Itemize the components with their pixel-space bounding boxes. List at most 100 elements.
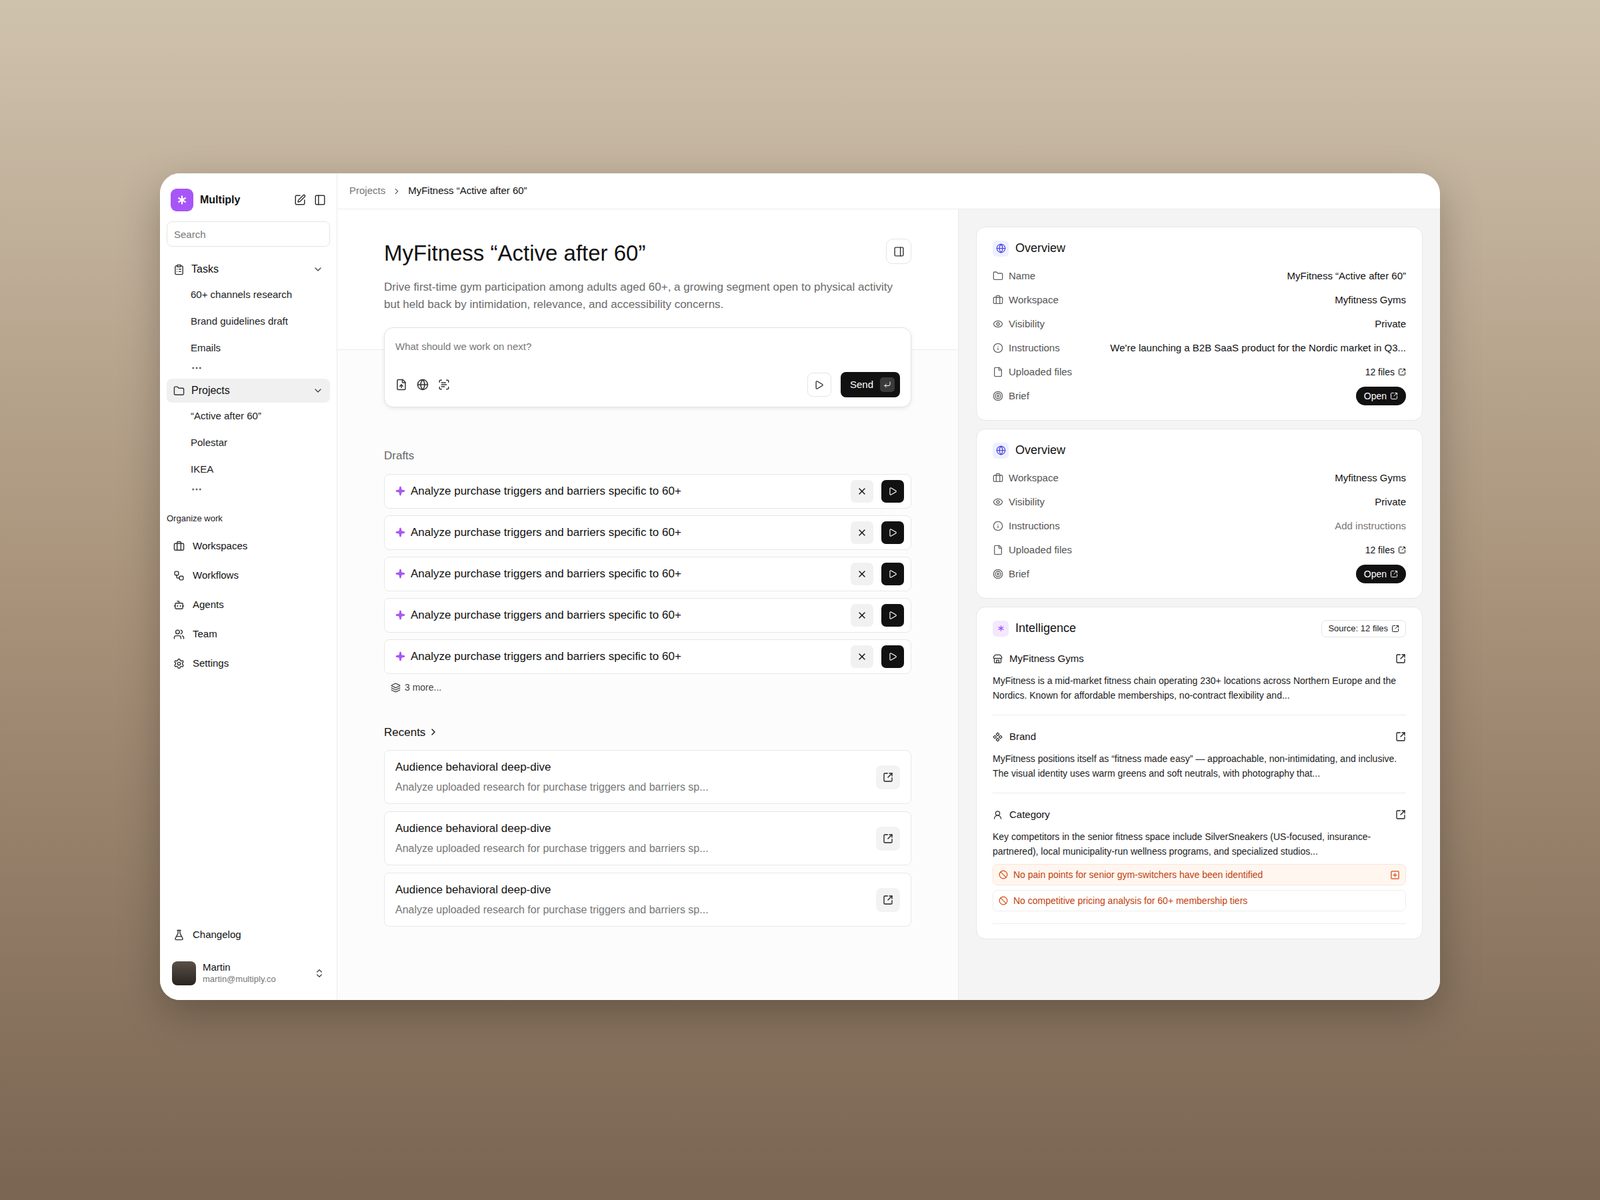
breadcrumb-item[interactable]: MyFitness “Active after 60” xyxy=(408,183,527,199)
warning-item[interactable]: No competitive pricing analysis for 60+ … xyxy=(992,890,1406,912)
sidebar-toggle-icon[interactable] xyxy=(314,194,326,206)
draft-row[interactable]: Analyze purchase triggers and barriers s… xyxy=(384,515,912,550)
recent-card[interactable]: Audience behavioral deep-diveAnalyze upl… xyxy=(384,872,912,927)
overview-row: WorkspaceMyfitness Gyms xyxy=(992,288,1406,312)
nav-item[interactable]: Workspaces xyxy=(166,532,330,562)
organize-label: Organize work xyxy=(166,512,330,526)
row-label: Workspace xyxy=(1008,470,1059,486)
add-icon[interactable] xyxy=(1390,870,1400,880)
more-items[interactable] xyxy=(166,361,330,375)
sidebar-item[interactable]: “Active after 60” xyxy=(166,402,330,430)
sidebar-sections: Tasks60+ channels researchBrand guidelin… xyxy=(166,257,330,496)
user-profile[interactable]: Martinmartin@multiply.co xyxy=(166,958,330,988)
sidebar-item[interactable]: Polestar xyxy=(166,429,330,456)
open-button[interactable]: Open xyxy=(1356,564,1406,584)
run-button[interactable] xyxy=(807,372,832,397)
recent-subtitle: Analyze uploaded research for purchase t… xyxy=(395,779,709,796)
draft-row[interactable]: Analyze purchase triggers and barriers s… xyxy=(384,474,912,509)
dismiss-button[interactable] xyxy=(850,604,874,627)
draft-actions xyxy=(850,645,904,668)
changelog-item[interactable]: Changelog xyxy=(166,921,330,948)
more-drafts[interactable]: 3 more... xyxy=(384,680,912,695)
card-header: Overview xyxy=(992,441,1406,460)
nav-list: WorkspacesWorkflowsAgentsTeamSettings xyxy=(166,532,330,679)
recent-card[interactable]: Audience behavioral deep-diveAnalyze upl… xyxy=(384,811,912,866)
run-draft-button[interactable] xyxy=(881,480,904,503)
breadcrumb-item[interactable]: Projects xyxy=(349,183,386,199)
main-panel: MyFitness “Active after 60”Drive first-t… xyxy=(337,209,959,1000)
sidebar-item[interactable]: Brand guidelines draft xyxy=(166,308,330,335)
open-recent-button[interactable] xyxy=(876,765,900,790)
search-input[interactable] xyxy=(166,221,330,247)
card-icon-box xyxy=(992,442,1009,459)
open-recent-button[interactable] xyxy=(876,826,900,851)
layers-icon xyxy=(390,682,401,693)
section-title: MyFitness Gyms xyxy=(1009,651,1084,667)
files-link[interactable]: 12 files xyxy=(1365,543,1406,558)
warning-item[interactable]: No pain points for senior gym-switchers … xyxy=(992,864,1406,886)
run-draft-button[interactable] xyxy=(881,645,904,668)
folder-icon xyxy=(992,270,1004,282)
row-label: Brief xyxy=(1008,388,1030,404)
user-email: martin@multiply.co xyxy=(202,973,276,986)
draft-actions xyxy=(850,521,904,544)
section-header[interactable]: Projects xyxy=(166,378,330,403)
asterisk-icon xyxy=(174,192,190,208)
composer-input[interactable] xyxy=(395,337,900,355)
sidebar-item[interactable]: 60+ channels research xyxy=(166,281,330,308)
run-draft-button[interactable] xyxy=(881,562,904,586)
sidebar-item[interactable]: IKEA xyxy=(166,456,330,483)
app-name: Multiply xyxy=(200,192,240,208)
flask-icon xyxy=(173,929,185,941)
external-link-icon[interactable] xyxy=(1395,653,1406,664)
files-link[interactable]: 12 files xyxy=(1365,365,1406,380)
draft-row[interactable]: Analyze purchase triggers and barriers s… xyxy=(384,556,912,592)
section-text: MyFitness is a mid-market fitness chain … xyxy=(992,673,1406,703)
dismiss-button[interactable] xyxy=(850,480,874,503)
open-button[interactable]: Open xyxy=(1356,386,1406,406)
draft-row[interactable]: Analyze purchase triggers and barriers s… xyxy=(384,598,912,633)
nav-item[interactable]: Team xyxy=(166,620,330,650)
nav-item[interactable]: Agents xyxy=(166,590,330,620)
scan-text-icon[interactable] xyxy=(438,378,450,391)
row-label: Instructions xyxy=(1008,340,1060,356)
run-draft-button[interactable] xyxy=(881,521,904,544)
recent-subtitle: Analyze uploaded research for purchase t… xyxy=(395,902,709,918)
card-title: Overview xyxy=(1015,441,1066,460)
recents-header[interactable]: Recents xyxy=(384,724,912,742)
external-link-icon[interactable] xyxy=(1395,731,1406,742)
chevron-right-icon xyxy=(428,726,439,738)
external-link-icon[interactable] xyxy=(1395,809,1406,820)
dismiss-button[interactable] xyxy=(850,521,874,544)
dismiss-button[interactable] xyxy=(850,645,874,668)
sidebar-item[interactable]: Emails xyxy=(166,334,330,362)
logo[interactable] xyxy=(170,188,194,212)
external-link-icon xyxy=(882,894,894,906)
dismiss-button[interactable] xyxy=(850,562,874,586)
row-value: Myfitness Gyms xyxy=(1334,470,1406,486)
external-link-icon xyxy=(1391,624,1400,633)
send-button[interactable]: Send xyxy=(840,372,900,398)
draft-actions xyxy=(850,604,904,627)
sidebar: Multiply Tasks60+ channels researchBrand … xyxy=(160,173,338,1000)
row-label: Brief xyxy=(1008,566,1030,582)
panel-toggle-button[interactable] xyxy=(886,238,912,264)
project-title: MyFitness “Active after 60” xyxy=(384,238,646,268)
open-recent-button[interactable] xyxy=(876,888,900,912)
target-icon xyxy=(992,568,1004,580)
recent-card[interactable]: Audience behavioral deep-diveAnalyze upl… xyxy=(384,750,912,804)
ban-icon xyxy=(998,870,1008,880)
file-upload-icon[interactable] xyxy=(395,378,408,391)
more-items[interactable] xyxy=(166,482,330,496)
ellipsis-icon xyxy=(190,483,203,496)
nav-item[interactable]: Settings xyxy=(166,649,330,679)
run-draft-button[interactable] xyxy=(881,604,904,627)
row-value[interactable]: Add instructions xyxy=(1334,518,1406,534)
globe-icon[interactable] xyxy=(416,378,429,391)
nav-item[interactable]: Workflows xyxy=(166,561,330,591)
new-page-icon[interactable] xyxy=(294,194,306,206)
draft-row[interactable]: Analyze purchase triggers and barriers s… xyxy=(384,639,912,674)
section-header[interactable]: Tasks xyxy=(166,257,330,282)
source-badge[interactable]: Source: 12 files xyxy=(1321,620,1406,638)
overview-row: InstructionsWe're launching a B2B SaaS p… xyxy=(992,336,1406,360)
